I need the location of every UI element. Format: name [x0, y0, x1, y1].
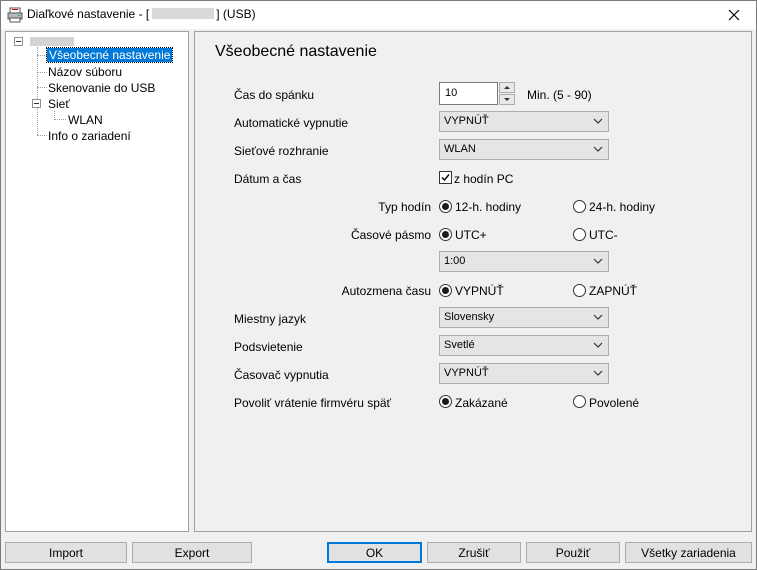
apply-button[interactable]: Použiť — [526, 542, 620, 563]
cancel-button[interactable]: Zrušiť — [427, 542, 521, 563]
auto-power-off-label: Automatické vypnutie — [234, 116, 349, 130]
sleep-time-unit: Min. (5 - 90) — [527, 88, 592, 102]
tree-item-wlan[interactable]: WLAN — [68, 113, 103, 127]
network-interface-label: Sieťové rozhranie — [234, 144, 329, 158]
tree-item-file-name[interactable]: Názov súboru — [48, 65, 122, 79]
checkmark-icon — [441, 174, 450, 182]
local-language-label: Miestny jazyk — [234, 312, 307, 326]
page-title: Všeobecné nastavenie — [215, 43, 377, 60]
utc-minus-radio[interactable] — [573, 228, 586, 241]
time-zone-offset-select[interactable]: 1:00 — [439, 251, 609, 272]
firmware-enabled-radio[interactable] — [573, 395, 586, 408]
root-collapse-toggle[interactable] — [14, 37, 23, 46]
settings-panel: Všeobecné nastavenie Čas do spánku 10 Mi… — [194, 31, 752, 532]
auto-power-off-value: VYPNÚŤ — [444, 115, 489, 127]
tree-item-general-settings[interactable]: Všeobecné nastavenie — [45, 47, 174, 63]
window-title: Diaľkové nastavenie - [ ] (USB) — [27, 7, 256, 21]
clock-24h-radio[interactable] — [573, 200, 586, 213]
date-time-label: Dátum a čas — [234, 172, 302, 186]
sleep-time-label: Čas do spánku — [234, 88, 315, 102]
utc-minus-label: UTC- — [589, 228, 618, 242]
arrow-up-icon — [504, 86, 510, 89]
stepper-up-button[interactable] — [499, 82, 515, 93]
sleep-time-stepper[interactable] — [499, 82, 515, 105]
remote-setup-window: Diaľkové nastavenie - [ ] (USB) Všeobecné… — [0, 0, 757, 570]
clock-24h-label: 24-h. hodiny — [589, 200, 656, 214]
dst-off-label: VYPNÚŤ — [455, 284, 504, 298]
tree-line — [37, 135, 47, 136]
tree-root-redacted — [30, 37, 74, 46]
close-icon — [728, 9, 740, 21]
local-language-value: Slovensky — [444, 311, 495, 323]
clock-12h-label: 12-h. hodiny — [455, 200, 522, 214]
firmware-enabled-label: Povolené — [589, 396, 640, 410]
firmware-disabled-radio[interactable] — [439, 395, 452, 408]
auto-power-off-select[interactable]: VYPNÚŤ — [439, 111, 609, 132]
dim-timer-select[interactable]: VYPNÚŤ — [439, 363, 609, 384]
arrow-down-icon — [504, 98, 510, 101]
dim-timer-label: Časovač vypnutia — [234, 368, 329, 382]
import-button[interactable]: Import — [5, 542, 127, 563]
firmware-rollback-label: Povoliť vrátenie firmvéru späť — [234, 396, 392, 410]
pc-clock-label: z hodín PC — [454, 172, 514, 186]
navigation-tree: Všeobecné nastavenie Názov súboru Skenov… — [5, 31, 189, 532]
dim-timer-value: VYPNÚŤ — [444, 367, 489, 379]
tree-item-scan-to-usb[interactable]: Skenovanie do USB — [48, 81, 155, 95]
tree-line — [37, 55, 47, 56]
time-zone-label: Časové pásmo — [350, 228, 431, 242]
clock-type-label: Typ hodín — [378, 200, 431, 214]
pc-clock-checkbox[interactable] — [439, 171, 452, 184]
backlight-label: Podsvietenie — [234, 340, 303, 354]
network-collapse-toggle[interactable] — [32, 99, 41, 108]
window-title-prefix: Diaľkové nastavenie - [ — [27, 7, 150, 21]
dst-on-label: ZAPNÚŤ — [589, 284, 637, 298]
local-language-select[interactable]: Slovensky — [439, 307, 609, 328]
dst-label: Autozmena času — [341, 284, 431, 298]
backlight-value: Svetlé — [444, 339, 475, 351]
tree-item-network[interactable]: Sieť — [48, 97, 70, 111]
printer-app-icon — [7, 7, 23, 23]
chevron-down-icon — [593, 118, 603, 124]
backlight-select[interactable]: Svetlé — [439, 335, 609, 356]
tree-line — [54, 119, 66, 120]
stepper-down-button[interactable] — [499, 94, 515, 105]
chevron-down-icon — [593, 314, 603, 320]
title-bar: Diaľkové nastavenie - [ ] (USB) — [1, 1, 756, 29]
firmware-disabled-label: Zakázané — [455, 396, 508, 410]
device-name-redacted — [152, 8, 215, 19]
time-zone-offset-value: 1:00 — [444, 255, 466, 267]
tree-line — [37, 47, 38, 135]
tree-line — [37, 87, 47, 88]
export-button[interactable]: Export — [132, 542, 252, 563]
tree-line — [37, 72, 47, 73]
utc-plus-radio[interactable] — [439, 228, 452, 241]
dst-off-radio[interactable] — [439, 284, 452, 297]
window-title-suffix: ] (USB) — [216, 7, 256, 21]
chevron-down-icon — [593, 370, 603, 376]
clock-12h-radio[interactable] — [439, 200, 452, 213]
utc-plus-label: UTC+ — [455, 228, 487, 242]
close-button[interactable] — [712, 1, 756, 29]
sleep-time-input[interactable]: 10 — [439, 82, 498, 105]
all-devices-button[interactable]: Všetky zariadenia — [625, 542, 752, 563]
network-interface-select[interactable]: WLAN — [439, 139, 609, 160]
tree-item-device-info[interactable]: Info o zariadení — [48, 129, 131, 143]
chevron-down-icon — [593, 342, 603, 348]
chevron-down-icon — [593, 146, 603, 152]
dst-on-radio[interactable] — [573, 284, 586, 297]
chevron-down-icon — [593, 258, 603, 264]
ok-button[interactable]: OK — [327, 542, 422, 563]
network-interface-value: WLAN — [444, 143, 476, 155]
